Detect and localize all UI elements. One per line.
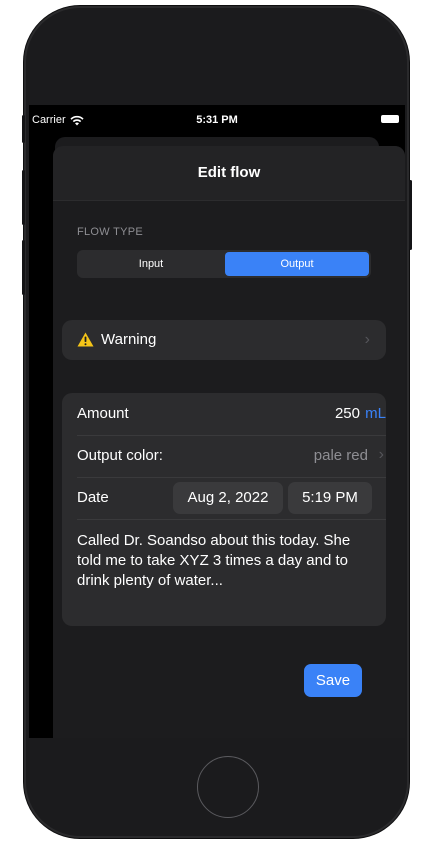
battery-icon	[381, 115, 399, 123]
warning-triangle-icon	[77, 332, 94, 347]
amount-value[interactable]: 250	[335, 405, 360, 422]
status-bar: Carrier 5:31 PM	[29, 105, 405, 135]
flow-type-segmented-control: Input Output	[77, 250, 371, 278]
home-button[interactable]	[197, 756, 259, 818]
save-button[interactable]: Save	[304, 664, 362, 697]
page-title: Edit flow	[197, 164, 261, 181]
flow-type-section-label: FLOW TYPE	[77, 226, 144, 238]
output-color-label: Output color:	[77, 447, 163, 464]
power-button	[409, 180, 412, 250]
details-card: Amount 250 mL Output color: pale red › D…	[62, 393, 386, 626]
date-row: Date Aug 2, 2022 5:19 PM	[77, 477, 386, 520]
date-picker-button[interactable]: Aug 2, 2022	[173, 482, 283, 514]
mute-switch	[22, 115, 25, 143]
edit-flow-sheet: Edit flow FLOW TYPE Input Output Warning…	[53, 146, 405, 738]
time-picker-button[interactable]: 5:19 PM	[288, 482, 372, 514]
screen: Carrier 5:31 PM Edit flow FLOW TYPE Inpu…	[29, 105, 405, 738]
notes-text-area[interactable]: Called Dr. Soandso about this today. She…	[77, 531, 377, 591]
amount-row[interactable]: Amount 250 mL	[77, 393, 386, 436]
date-label: Date	[77, 489, 109, 506]
output-color-value: pale red	[313, 447, 368, 464]
volume-up-button	[22, 170, 25, 225]
volume-down-button	[22, 240, 25, 295]
amount-unit-button[interactable]: mL	[365, 405, 386, 422]
chevron-right-icon: ›	[378, 446, 384, 463]
status-time: 5:31 PM	[196, 114, 238, 126]
warning-row[interactable]: Warning ›	[62, 320, 386, 360]
navigation-bar: Edit flow	[53, 146, 405, 201]
warning-label: Warning	[101, 331, 157, 348]
chevron-right-icon: ›	[364, 331, 370, 348]
amount-label: Amount	[77, 405, 129, 422]
segment-output[interactable]: Output	[225, 252, 369, 276]
segment-input[interactable]: Input	[79, 252, 223, 276]
output-color-row[interactable]: Output color: pale red ›	[77, 435, 386, 478]
